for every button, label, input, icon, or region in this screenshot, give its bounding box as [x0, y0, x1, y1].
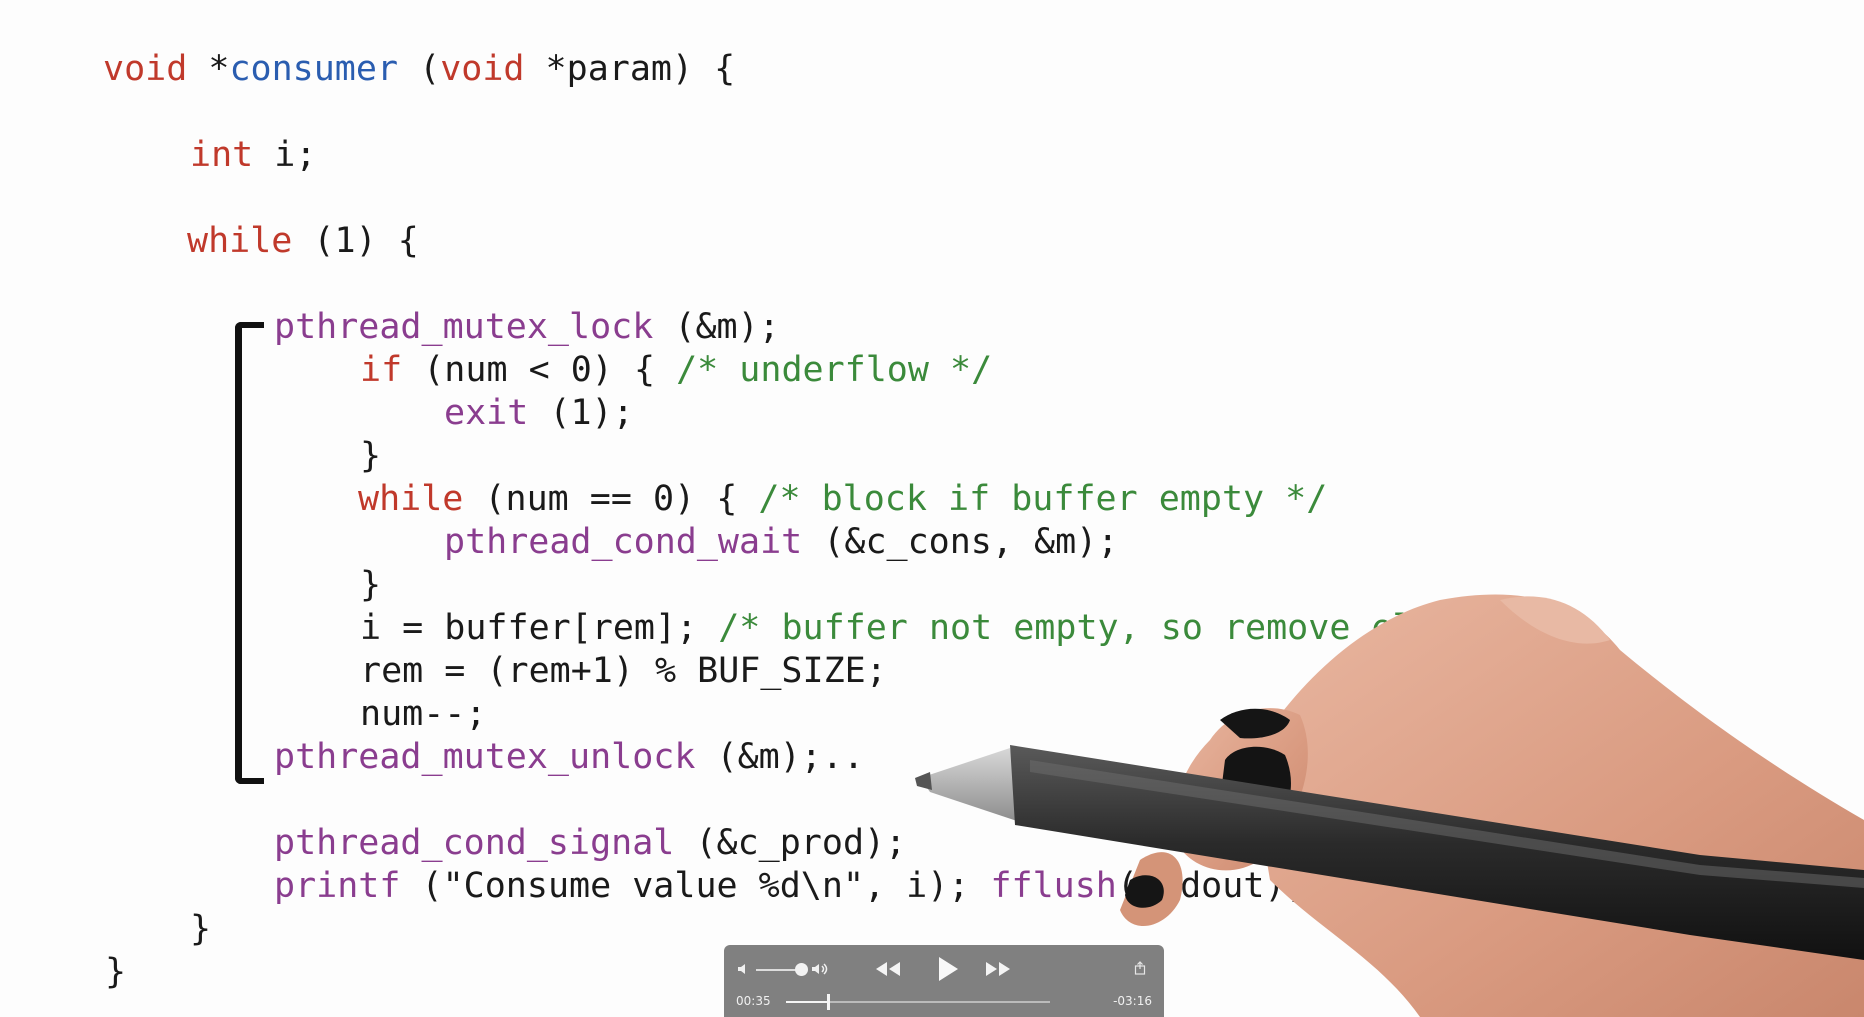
code-line-7: }: [360, 435, 381, 478]
video-frame: void *consumer (void *param) { int i; wh…: [0, 0, 1864, 1017]
code-text: (num < 0) {: [402, 350, 677, 390]
speaker-high-icon[interactable]: [808, 959, 834, 979]
function-name: consumer: [229, 49, 399, 89]
video-player-controls: 00:35 -03:16: [724, 945, 1164, 1017]
function-call: exit: [444, 393, 529, 433]
code-line-4: pthread_mutex_lock (&m);: [274, 306, 780, 349]
current-time: 00:35: [736, 994, 771, 1008]
code-text: }: [105, 952, 127, 992]
function-call: pthread_cond_wait: [444, 522, 803, 562]
code-text: rem = (rem+1) % BUF_SIZE;: [360, 651, 887, 691]
code-text: i;: [253, 135, 317, 175]
progress-handle[interactable]: [827, 994, 831, 1010]
code-text: (stdout);: [1116, 866, 1307, 906]
share-icon: [1134, 961, 1146, 975]
keyword: void: [103, 49, 188, 89]
code-text: (1);: [528, 393, 634, 433]
code-text: (num == 0) {: [463, 479, 759, 519]
function-call: fflush: [990, 866, 1117, 906]
function-call: pthread_mutex_unlock: [274, 737, 696, 777]
code-line-17: }: [190, 908, 211, 951]
code-line-11: i = buffer[rem]; /* buffer not empty, so…: [360, 607, 1582, 650]
function-call: printf: [274, 866, 401, 906]
rewind-button[interactable]: [870, 955, 906, 983]
function-call: pthread_mutex_lock: [274, 307, 654, 347]
code-line-15: pthread_cond_signal (&c_prod);: [274, 822, 906, 865]
rewind-icon: [876, 962, 900, 976]
comment: /* buffer not empty, so remove element *…: [718, 608, 1583, 648]
code-line-16: printf ("Consume value %d\n", i); fflush…: [274, 865, 1307, 908]
code-text: (&m);..: [695, 737, 865, 777]
code-line-3: while (1) {: [187, 220, 419, 263]
code-line-8: while (num == 0) { /* block if buffer em…: [358, 478, 1327, 521]
code-text: i = buffer[rem];: [360, 608, 719, 648]
code-line-1: void *consumer (void *param) {: [103, 48, 735, 91]
keyword: while: [358, 479, 464, 519]
code-text: (&m);: [653, 307, 780, 347]
keyword: while: [187, 221, 293, 261]
code-line-6: exit (1);: [444, 392, 634, 435]
code-text: (: [398, 49, 441, 89]
code-line-5: if (num < 0) { /* underflow */: [360, 349, 992, 392]
code-text: (&c_cons, &m);: [802, 522, 1119, 562]
code-line-10: }: [360, 564, 381, 607]
critical-section-bracket: [235, 322, 264, 784]
code-text: (&c_prod);: [674, 823, 907, 863]
fast-forward-icon: [986, 962, 1010, 976]
code-text: *param) {: [524, 49, 736, 89]
code-text: num--;: [360, 694, 487, 734]
remaining-time: -03:16: [1113, 994, 1152, 1008]
function-call: pthread_cond_signal: [274, 823, 675, 863]
code-line-18: }: [105, 951, 126, 994]
fast-forward-button[interactable]: [980, 955, 1016, 983]
code-line-2: int i;: [190, 134, 316, 177]
code-text: }: [360, 436, 382, 476]
code-line-13: num--;: [360, 693, 486, 736]
progress-scrubber[interactable]: [786, 994, 1050, 1010]
keyword: if: [360, 350, 403, 390]
code-text: }: [360, 565, 382, 605]
progress-fill: [786, 1001, 829, 1003]
code-line-12: rem = (rem+1) % BUF_SIZE;: [360, 650, 887, 693]
volume-slider-handle[interactable]: [795, 963, 808, 976]
code-line-14: pthread_mutex_unlock (&m);..: [274, 736, 864, 779]
code-line-9: pthread_cond_wait (&c_cons, &m);: [444, 521, 1118, 564]
volume-slider-track[interactable]: [756, 969, 800, 971]
keyword: void: [440, 49, 525, 89]
speaker-low-icon[interactable]: [734, 959, 754, 979]
code-text: }: [190, 909, 212, 949]
code-text: (1) {: [292, 221, 419, 261]
share-button[interactable]: [1129, 957, 1151, 979]
keyword: int: [190, 135, 254, 175]
play-icon: [939, 957, 958, 981]
play-button[interactable]: [930, 953, 966, 985]
code-text: ("Consume value %d\n", i);: [400, 866, 991, 906]
code-text: *: [187, 49, 230, 89]
comment: /* block if buffer empty */: [758, 479, 1328, 519]
comment: /* underflow */: [676, 350, 993, 390]
